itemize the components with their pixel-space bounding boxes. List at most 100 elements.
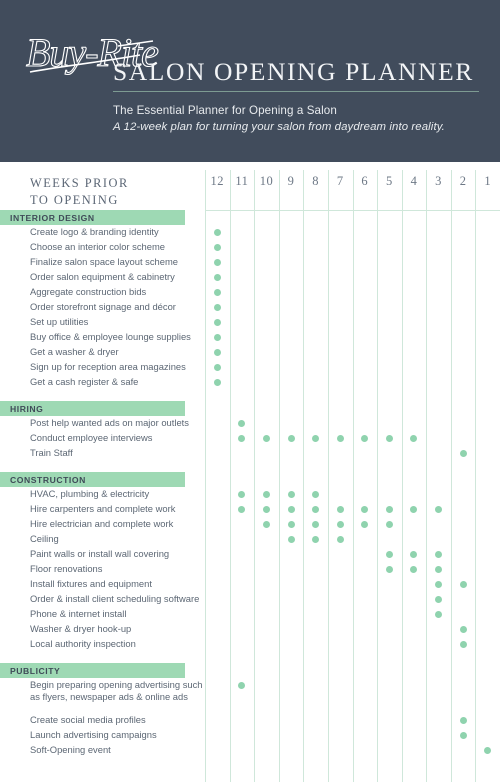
table-row[interactable]: Set up utilities	[0, 315, 500, 330]
table-row[interactable]: Hire electrician and complete work	[0, 517, 500, 532]
week-column-header-10[interactable]: 10	[254, 174, 279, 189]
week-column-header-12[interactable]: 12	[205, 174, 230, 189]
schedule-dot-week-10[interactable]	[262, 521, 270, 528]
table-row[interactable]: Finalize salon space layout scheme	[0, 255, 500, 270]
table-row[interactable]: Buy office & employee lounge supplies	[0, 330, 500, 345]
schedule-dot-week-12[interactable]	[213, 274, 221, 281]
schedule-dot-week-9[interactable]	[287, 435, 295, 442]
schedule-dot-week-4[interactable]	[410, 506, 418, 513]
schedule-dot-week-7[interactable]	[336, 521, 344, 528]
schedule-dot-week-9[interactable]	[287, 536, 295, 543]
schedule-dot-week-8[interactable]	[312, 506, 320, 513]
schedule-dot-week-2[interactable]	[459, 641, 467, 648]
schedule-dot-week-12[interactable]	[213, 379, 221, 386]
schedule-dot-week-3[interactable]	[435, 596, 443, 603]
table-row[interactable]: Sign up for reception area magazines	[0, 360, 500, 375]
schedule-dot-week-3[interactable]	[435, 581, 443, 588]
table-row[interactable]: Washer & dryer hook-up	[0, 622, 500, 637]
schedule-dot-week-2[interactable]	[459, 732, 467, 739]
schedule-dot-week-12[interactable]	[213, 349, 221, 356]
table-row[interactable]: Local authority inspection	[0, 637, 500, 652]
schedule-dot-week-2[interactable]	[459, 717, 467, 724]
week-column-header-7[interactable]: 7	[328, 174, 353, 189]
table-row[interactable]: Order storefront signage and décor	[0, 300, 500, 315]
table-row[interactable]: Ceiling	[0, 532, 500, 547]
table-row[interactable]: Order salon equipment & cabinetry	[0, 270, 500, 285]
schedule-dot-week-9[interactable]	[287, 521, 295, 528]
schedule-dot-week-8[interactable]	[312, 536, 320, 543]
table-row[interactable]: Get a cash register & safe	[0, 375, 500, 390]
schedule-dot-week-6[interactable]	[361, 435, 369, 442]
table-row[interactable]: Order & install client scheduling softwa…	[0, 592, 500, 607]
schedule-dot-week-12[interactable]	[213, 334, 221, 341]
week-column-header-2[interactable]: 2	[451, 174, 476, 189]
table-row[interactable]: Paint walls or install wall covering	[0, 547, 500, 562]
schedule-dot-week-12[interactable]	[213, 319, 221, 326]
table-row[interactable]: Train Staff	[0, 446, 500, 461]
schedule-dot-week-2[interactable]	[459, 450, 467, 457]
schedule-dot-week-11[interactable]	[238, 420, 246, 427]
schedule-dot-week-11[interactable]	[238, 491, 246, 498]
schedule-dot-week-6[interactable]	[361, 521, 369, 528]
table-row[interactable]: HVAC, plumbing & electricity	[0, 487, 500, 502]
table-row[interactable]: Hire carpenters and complete work	[0, 502, 500, 517]
table-row[interactable]: Begin preparing opening advertising such…	[0, 678, 500, 713]
table-row[interactable]: Phone & internet install	[0, 607, 500, 622]
week-column-header-3[interactable]: 3	[426, 174, 451, 189]
schedule-dot-week-12[interactable]	[213, 289, 221, 296]
schedule-dot-week-3[interactable]	[435, 566, 443, 573]
schedule-dot-week-5[interactable]	[385, 521, 393, 528]
schedule-dot-week-5[interactable]	[385, 506, 393, 513]
table-row[interactable]: Create logo & branding identity	[0, 225, 500, 240]
schedule-dot-week-5[interactable]	[385, 435, 393, 442]
schedule-dot-week-2[interactable]	[459, 626, 467, 633]
week-column-header-6[interactable]: 6	[353, 174, 378, 189]
schedule-dot-week-12[interactable]	[213, 259, 221, 266]
schedule-dot-week-12[interactable]	[213, 304, 221, 311]
schedule-dot-week-12[interactable]	[213, 364, 221, 371]
schedule-dot-week-7[interactable]	[336, 506, 344, 513]
schedule-dot-week-4[interactable]	[410, 435, 418, 442]
week-column-header-1[interactable]: 1	[475, 174, 500, 189]
schedule-dot-week-8[interactable]	[312, 491, 320, 498]
table-row[interactable]: Launch advertising campaigns	[0, 728, 500, 743]
schedule-dot-week-6[interactable]	[361, 506, 369, 513]
schedule-dot-week-12[interactable]	[213, 244, 221, 251]
table-row[interactable]: Soft-Opening event	[0, 743, 500, 758]
table-row[interactable]: Create social media profiles	[0, 713, 500, 728]
week-column-header-11[interactable]: 11	[230, 174, 255, 189]
schedule-dot-week-1[interactable]	[484, 747, 492, 754]
schedule-dot-week-10[interactable]	[262, 506, 270, 513]
schedule-dot-week-8[interactable]	[312, 521, 320, 528]
table-row[interactable]: Conduct employee interviews	[0, 431, 500, 446]
schedule-dot-week-2[interactable]	[459, 581, 467, 588]
table-row[interactable]: Floor renovations	[0, 562, 500, 577]
schedule-dot-week-3[interactable]	[435, 506, 443, 513]
table-row[interactable]: Post help wanted ads on major outlets	[0, 416, 500, 431]
schedule-dot-week-9[interactable]	[287, 506, 295, 513]
schedule-dot-week-11[interactable]	[238, 682, 246, 689]
table-row[interactable]: Get a washer & dryer	[0, 345, 500, 360]
schedule-dot-week-4[interactable]	[410, 551, 418, 558]
schedule-dot-week-11[interactable]	[238, 435, 246, 442]
schedule-dot-week-4[interactable]	[410, 566, 418, 573]
schedule-dot-week-12[interactable]	[213, 229, 221, 236]
table-row[interactable]: Install fixtures and equipment	[0, 577, 500, 592]
schedule-dot-week-7[interactable]	[336, 536, 344, 543]
schedule-dot-week-9[interactable]	[287, 491, 295, 498]
schedule-dot-week-3[interactable]	[435, 611, 443, 618]
schedule-dot-week-8[interactable]	[312, 435, 320, 442]
table-row[interactable]: Choose an interior color scheme	[0, 240, 500, 255]
schedule-dot-week-5[interactable]	[385, 551, 393, 558]
week-column-header-4[interactable]: 4	[402, 174, 427, 189]
schedule-dot-week-5[interactable]	[385, 566, 393, 573]
week-column-header-8[interactable]: 8	[303, 174, 328, 189]
schedule-dot-week-7[interactable]	[336, 435, 344, 442]
table-row[interactable]: Aggregate construction bids	[0, 285, 500, 300]
week-column-header-9[interactable]: 9	[279, 174, 304, 189]
schedule-dot-week-11[interactable]	[238, 506, 246, 513]
schedule-dot-week-3[interactable]	[435, 551, 443, 558]
schedule-dot-week-10[interactable]	[262, 491, 270, 498]
schedule-dot-week-10[interactable]	[262, 435, 270, 442]
week-column-header-5[interactable]: 5	[377, 174, 402, 189]
